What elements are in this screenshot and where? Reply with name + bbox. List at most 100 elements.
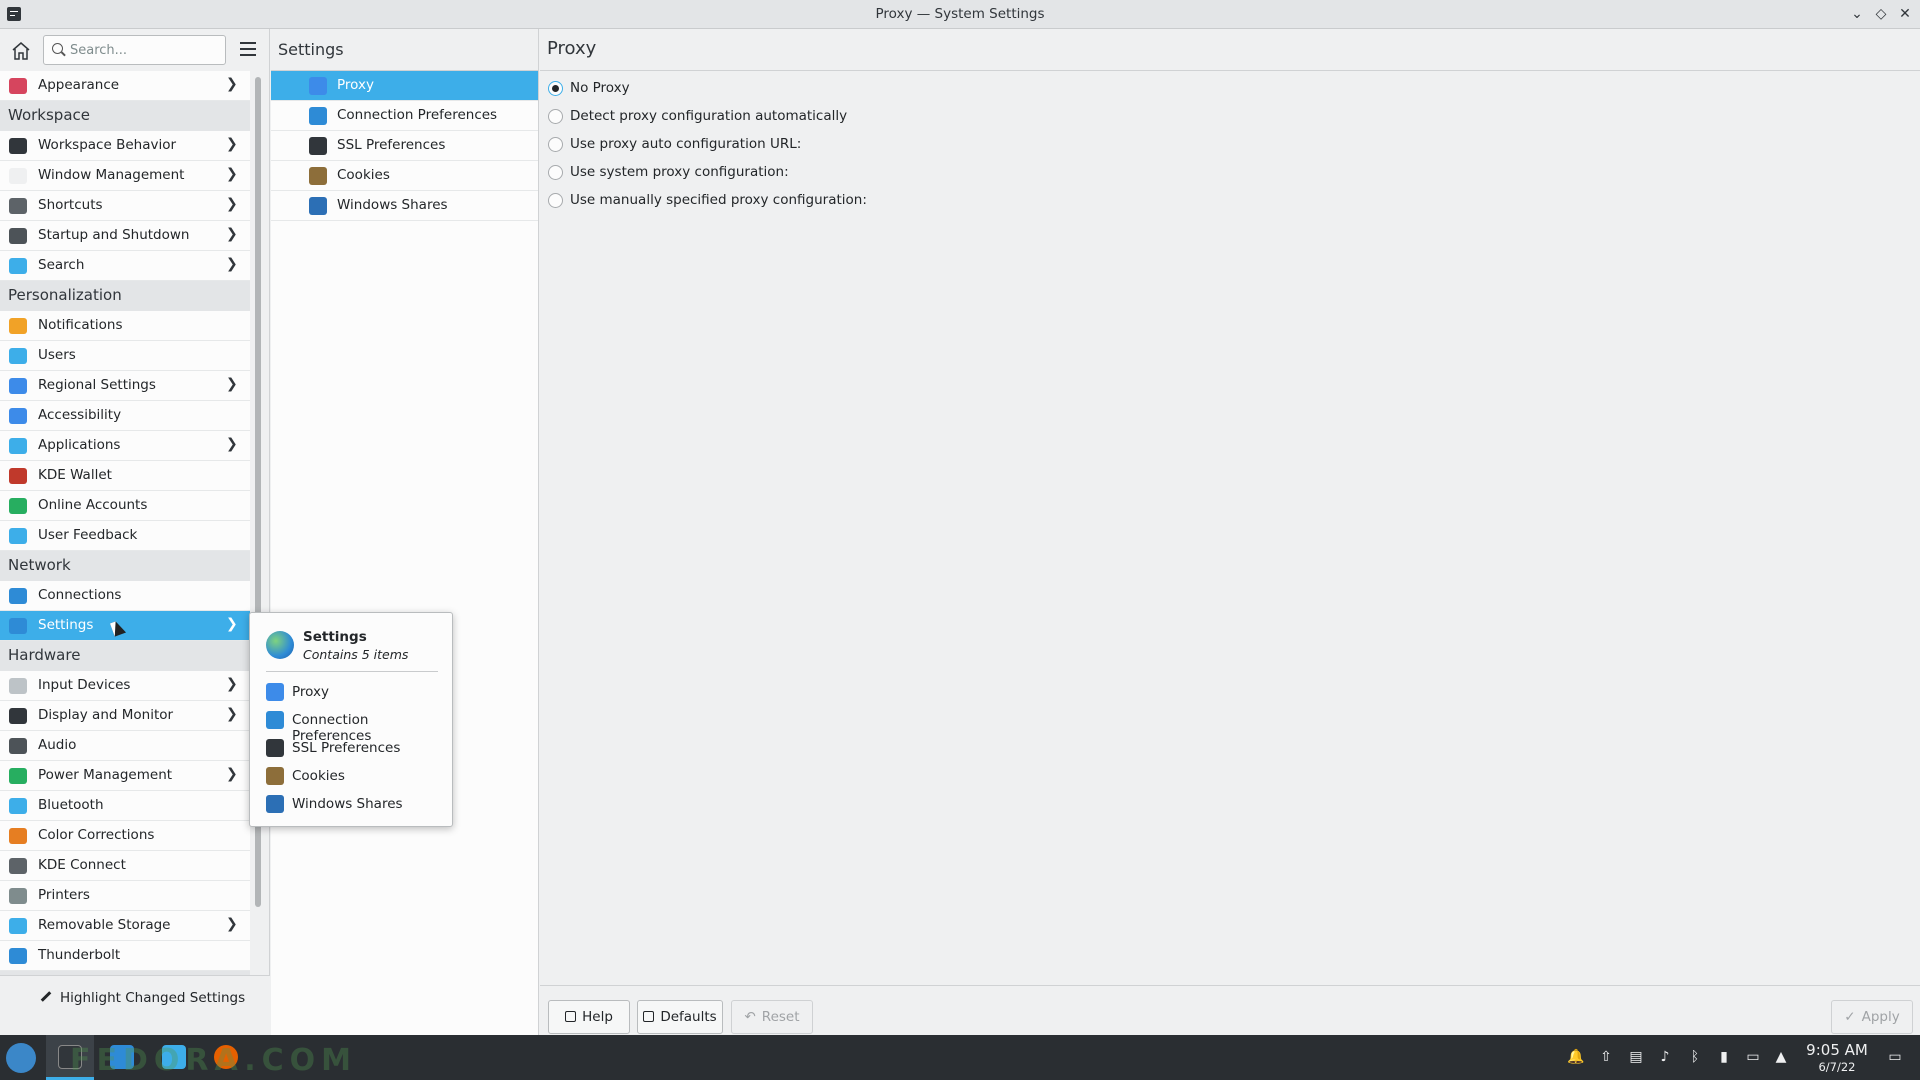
clipboard-tray-icon[interactable]: ▤ xyxy=(1627,1048,1645,1066)
sidebar-item-bluetooth[interactable]: Bluetooth xyxy=(0,791,250,821)
radio-button[interactable] xyxy=(548,193,563,208)
feedback-icon xyxy=(9,528,27,544)
sidebar-item-connections[interactable]: Connections xyxy=(0,581,250,611)
subcategory-item-windows-shares[interactable]: Windows Shares xyxy=(271,191,538,221)
radio-label: Use manually specified proxy configurati… xyxy=(570,192,867,208)
help-label: Help xyxy=(582,1009,613,1025)
mouse-icon xyxy=(9,678,27,694)
search-field[interactable] xyxy=(43,35,226,65)
speaker-icon xyxy=(9,738,27,754)
proxy-icon xyxy=(266,683,284,701)
show-desktop-icon[interactable]: ▭ xyxy=(1886,1048,1904,1066)
subcategory-item-ssl-preferences[interactable]: SSL Preferences xyxy=(271,131,538,161)
sidebar-item-removable-storage[interactable]: Removable Storage ❯ xyxy=(0,911,250,941)
notifications-tray-icon[interactable]: 🔔 xyxy=(1567,1048,1585,1066)
subcategory-item-connection-preferences[interactable]: Connection Preferences xyxy=(271,101,538,131)
subcategory-item-proxy[interactable]: Proxy xyxy=(271,71,538,101)
radio-label: Use system proxy configuration: xyxy=(570,164,789,180)
sidebar-item-startup-and-shutdown[interactable]: Startup and Shutdown ❯ xyxy=(0,221,250,251)
sidebar-item-online-accounts[interactable]: Online Accounts xyxy=(0,491,250,521)
search-input[interactable] xyxy=(70,40,220,60)
sidebar-item-regional-settings[interactable]: Regional Settings ❯ xyxy=(0,371,250,401)
reset-button[interactable]: ↶ Reset xyxy=(731,1000,813,1034)
network-tray-icon[interactable]: ▭ xyxy=(1744,1048,1762,1066)
proxy-option-use-manually-specified-proxy-configuration[interactable]: Use manually specified proxy configurati… xyxy=(540,187,1920,215)
subcategory-item-label: Connection Preferences xyxy=(337,107,498,123)
sidebar-item-input-devices[interactable]: Input Devices ❯ xyxy=(0,671,250,701)
search-icon xyxy=(9,258,27,274)
sidebar-item-label: Workspace Behavior xyxy=(38,137,177,153)
sidebar-item-audio[interactable]: Audio xyxy=(0,731,250,761)
popup-title: Settings xyxy=(303,629,367,645)
proxy-option-no-proxy[interactable]: No Proxy xyxy=(540,75,1920,103)
show-hidden-tray-icon[interactable]: ▲ xyxy=(1772,1048,1790,1066)
proxy-option-use-system-proxy-configuration[interactable]: Use system proxy configuration: xyxy=(540,159,1920,187)
close-button[interactable]: ✕ xyxy=(1896,5,1914,23)
users-icon xyxy=(9,348,27,364)
sidebar-item-label: Window Management xyxy=(38,167,185,183)
sidebar-item-label: KDE Connect xyxy=(38,857,126,873)
sidebar-item-kde-connect[interactable]: KDE Connect xyxy=(0,851,250,881)
sidebar-item-kde-wallet[interactable]: KDE Wallet xyxy=(0,461,250,491)
apply-label: Apply xyxy=(1861,1009,1900,1025)
digital-clock[interactable]: 9:05 AM 6/7/22 xyxy=(1800,1041,1874,1074)
thunderbolt-icon xyxy=(9,948,27,964)
apply-button[interactable]: ✓ Apply xyxy=(1831,1000,1913,1034)
accessibility-icon xyxy=(9,408,27,424)
subcategory-header: Settings xyxy=(271,29,538,71)
sidebar-item-accessibility[interactable]: Accessibility xyxy=(0,401,250,431)
sidebar-item-shortcuts[interactable]: Shortcuts ❯ xyxy=(0,191,250,221)
minimize-button[interactable]: ⌄ xyxy=(1848,5,1866,23)
sidebar-item-workspace-behavior[interactable]: Workspace Behavior ❯ xyxy=(0,131,250,161)
sidebar-item-users[interactable]: Users xyxy=(0,341,250,371)
ssl-icon xyxy=(309,137,327,155)
sidebar-item-user-feedback[interactable]: User Feedback xyxy=(0,521,250,551)
sidebar-item-power-management[interactable]: Power Management ❯ xyxy=(0,761,250,791)
window-title: Proxy — System Settings xyxy=(875,6,1045,22)
sidebar-item-label: Shortcuts xyxy=(38,197,103,213)
startup-icon xyxy=(9,228,27,244)
sidebar-item-search[interactable]: Search ❯ xyxy=(0,251,250,281)
proxy-option-use-proxy-auto-configuration-url[interactable]: Use proxy auto configuration URL: xyxy=(540,131,1920,159)
document-icon xyxy=(643,1011,655,1022)
home-icon[interactable] xyxy=(10,41,32,61)
radio-button[interactable] xyxy=(548,109,563,124)
sidebar-item-thunderbolt[interactable]: Thunderbolt xyxy=(0,941,250,971)
applications-icon xyxy=(9,438,27,454)
sidebar-item-applications[interactable]: Applications ❯ xyxy=(0,431,250,461)
defaults-button[interactable]: Defaults xyxy=(637,1000,723,1034)
maximize-button[interactable]: ◇ xyxy=(1872,5,1890,23)
proxy-option-detect-proxy-configuration-automatically[interactable]: Detect proxy configuration automatically xyxy=(540,103,1920,131)
sidebar-item-display-and-monitor[interactable]: Display and Monitor ❯ xyxy=(0,701,250,731)
application-launcher-icon[interactable] xyxy=(6,1043,36,1073)
help-button[interactable]: Help xyxy=(548,1000,630,1034)
sidebar-item-settings[interactable]: Settings ❯ xyxy=(0,611,250,641)
clock-time: 9:05 AM xyxy=(1806,1041,1868,1059)
subcategory-item-label: Windows Shares xyxy=(337,197,448,213)
online-accounts-icon xyxy=(9,498,27,514)
subcategory-list: Proxy Connection Preferences SSL Preferenc… xyxy=(271,71,538,221)
connections-icon xyxy=(9,588,27,604)
sidebar-item-appearance[interactable]: Appearance ❯ xyxy=(0,71,250,101)
battery-tray-icon[interactable]: ▮ xyxy=(1715,1048,1733,1066)
bluetooth-tray-icon[interactable]: ᛒ xyxy=(1686,1048,1704,1066)
proxy-page: Proxy No Proxy Detect proxy configuration… xyxy=(540,29,1920,1035)
subcategory-item-cookies[interactable]: Cookies xyxy=(271,161,538,191)
subcategory-panel: Settings Proxy Connection Preferences SSL … xyxy=(271,29,539,1035)
sidebar-item-window-management[interactable]: Window Management ❯ xyxy=(0,161,250,191)
sidebar: Appearance❯WorkspaceWorkspace Behavior❯W… xyxy=(0,29,270,1035)
volume-tray-icon[interactable]: ♪ xyxy=(1656,1048,1674,1066)
popup-item-label: Cookies xyxy=(292,768,345,784)
sidebar-item-printers[interactable]: Printers xyxy=(0,881,250,911)
sidebar-item-color-corrections[interactable]: Color Corrections xyxy=(0,821,250,851)
hamburger-menu-icon[interactable] xyxy=(240,42,256,56)
sidebar-item-notifications[interactable]: Notifications xyxy=(0,311,250,341)
page-footer: Help Defaults ↶ Reset ✓ Apply xyxy=(540,985,1920,1035)
radio-button[interactable] xyxy=(548,137,563,152)
radio-button[interactable] xyxy=(548,165,563,180)
updates-tray-icon[interactable]: ⇧ xyxy=(1597,1048,1615,1066)
radio-label: No Proxy xyxy=(570,80,630,96)
workspace-icon xyxy=(9,138,27,154)
highlight-changed-settings-button[interactable]: Highlight Changed Settings xyxy=(40,990,245,1016)
radio-button[interactable] xyxy=(548,81,563,96)
